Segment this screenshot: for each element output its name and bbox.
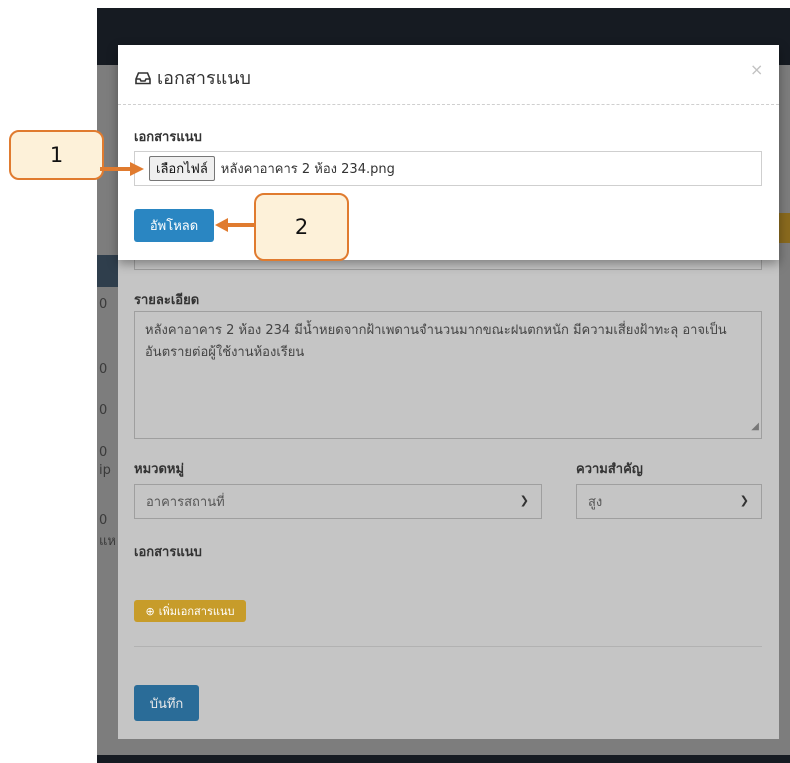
- upload-button[interactable]: อัพโหลด: [134, 209, 214, 242]
- selected-file-name: หลังคาอาคาร 2 ห้อง 234.png: [220, 162, 395, 177]
- resize-handle-icon[interactable]: ◢: [751, 416, 759, 438]
- background-text: 0: [99, 297, 108, 312]
- attachments-label: เอกสารแนบ: [134, 545, 202, 560]
- priority-label: ความสำคัญ: [576, 462, 643, 477]
- close-icon[interactable]: ×: [750, 60, 763, 79]
- modal-title-text: เอกสารแนบ: [157, 68, 251, 89]
- detail-textarea[interactable]: หลังคาอาคาร 2 ห้อง 234 มีน้ำหยดจากฝ้าเพด…: [134, 311, 762, 439]
- chevron-down-icon: ❯: [739, 494, 749, 507]
- callout-2-arrow-icon: [215, 218, 256, 232]
- callout-1: 1: [9, 130, 104, 180]
- background-text: 0: [99, 445, 108, 460]
- inbox-icon: [135, 71, 151, 84]
- detail-text: หลังคาอาคาร 2 ห้อง 234 มีน้ำหยดจากฝ้าเพด…: [145, 323, 727, 360]
- save-button[interactable]: บันทึก: [134, 685, 199, 721]
- plus-circle-icon: ⊕: [145, 604, 155, 618]
- detail-label: รายละเอียด: [134, 293, 200, 308]
- background-text: ip: [99, 463, 111, 478]
- priority-value: สูง: [588, 495, 603, 510]
- category-value: อาคารสถานที่: [146, 495, 225, 510]
- background-text: 0: [99, 362, 108, 377]
- table-header-band: [97, 255, 119, 287]
- file-input[interactable]: เลือกไฟล์ หลังคาอาคาร 2 ห้อง 234.png: [134, 151, 762, 186]
- category-label: หมวดหมู่: [134, 462, 185, 477]
- add-attachment-label: เพิ่มเอกสารแนบ: [158, 605, 235, 618]
- attachment-label: เอกสารแนบ: [134, 130, 202, 145]
- header-divider: [118, 104, 779, 105]
- callout-2-number: 2: [294, 215, 309, 239]
- add-attachment-button[interactable]: ⊕ เพิ่มเอกสารแนบ: [134, 600, 246, 622]
- callout-1-number: 1: [49, 143, 64, 167]
- priority-select[interactable]: สูง ❯: [576, 484, 762, 519]
- callout-2: 2: [254, 193, 349, 261]
- background-text: 0: [99, 513, 108, 528]
- background-text: 0: [99, 403, 108, 418]
- background-text: แห: [99, 534, 116, 549]
- choose-file-button[interactable]: เลือกไฟล์: [149, 156, 215, 181]
- background-button-edge: [778, 213, 790, 243]
- callout-1-arrow-icon: [100, 162, 144, 176]
- chevron-down-icon: ❯: [519, 494, 529, 507]
- divider: [134, 646, 762, 647]
- category-select[interactable]: อาคารสถานที่ ❯: [134, 484, 542, 519]
- modal-title: เอกสารแนบ: [135, 63, 251, 92]
